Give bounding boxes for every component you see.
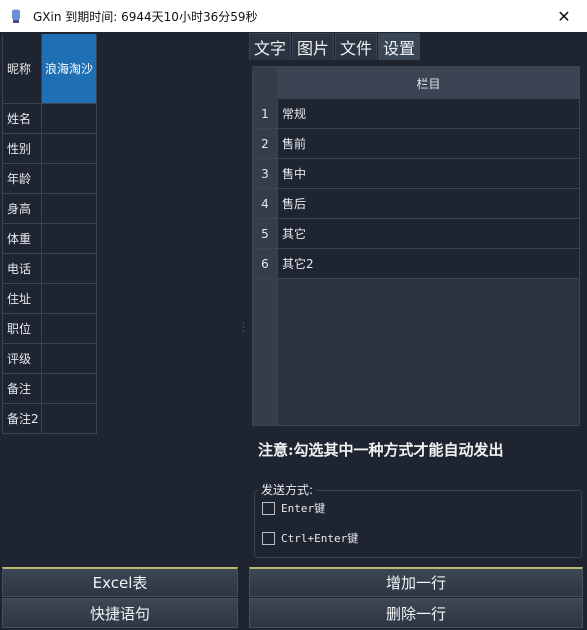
field-value-cell[interactable] [42,194,97,223]
excel-button[interactable]: Excel表 [2,567,238,597]
profile-row: 体重 [2,224,97,254]
field-value-cell[interactable] [42,404,97,433]
close-button[interactable]: ✕ [541,0,587,32]
category-cell[interactable]: 其它2 [278,249,579,278]
field-label: 评级 [2,344,42,373]
field-label: 备注 [2,374,42,403]
table-body: 1 常规 2 售前 3 售中 4 售后 5 其它 6 其它2 [253,99,579,279]
field-value-cell[interactable] [42,344,97,373]
enter-checkbox[interactable] [262,501,275,515]
close-icon: ✕ [557,6,571,26]
profile-row: 姓名 [2,104,97,134]
profile-row: 性别 [2,134,97,164]
field-label: 住址 [2,284,42,313]
row-number[interactable]: 2 [253,129,278,158]
add-row-button[interactable]: 增加一行 [249,567,583,597]
tab-text[interactable]: 文字 [249,33,292,60]
send-mode-title: 发送方式: [258,481,317,498]
category-table: 栏目 1 常规 2 售前 3 售中 4 售后 5 其它 6 其它2 [252,66,580,426]
profile-row: 电话 [2,254,97,284]
panel-splitter[interactable]: · · · [240,32,248,598]
table-row[interactable]: 2 售前 [253,129,579,159]
field-value-cell[interactable] [42,284,97,313]
field-label: 姓名 [2,104,42,133]
table-row[interactable]: 1 常规 [253,99,579,129]
profile-row: 年龄 [2,164,97,194]
window-title: GXin 到期时间: 6944天10小时36分59秒 [33,9,258,24]
enter-option-label[interactable]: Enter键 [281,500,325,516]
row-number[interactable]: 6 [253,249,278,278]
quick-phrases-button[interactable]: 快捷语句 [2,598,238,628]
tab-file[interactable]: 文件 [335,33,378,60]
table-row[interactable]: 5 其它 [253,219,579,249]
field-value-cell[interactable] [42,254,97,283]
category-cell[interactable]: 常规 [278,99,579,128]
row-number[interactable]: 4 [253,189,278,218]
profile-row: 身高 [2,194,97,224]
tab-settings[interactable]: 设置 [378,33,421,60]
field-value-cell[interactable] [42,134,97,163]
left-panel: 昵称 浪海淘沙 姓名 性别 年龄 身高 体重 电话 住址 职位 评级 备注 备注… [0,32,240,630]
table-corner[interactable] [253,67,278,99]
table-row[interactable]: 4 售后 [253,189,579,219]
field-label: 昵称 [2,34,42,103]
profile-row: 职位 [2,314,97,344]
row-number[interactable]: 5 [253,219,278,248]
table-row[interactable]: 3 售中 [253,159,579,189]
category-cell[interactable]: 售前 [278,129,579,158]
ctrl-enter-option[interactable]: Ctrl+Enter键 [262,530,358,546]
profile-table: 昵称 浪海淘沙 姓名 性别 年龄 身高 体重 电话 住址 职位 评级 备注 备注… [2,34,97,434]
category-cell[interactable]: 售中 [278,159,579,188]
notice-text: 注意:勾选其中一种方式才能自动发出 [258,441,504,459]
category-cell[interactable]: 其它 [278,219,579,248]
field-value-cell[interactable]: 浪海淘沙 [42,34,97,103]
tab-bar: 文字 图片 文件 设置 [249,33,421,60]
table-row[interactable]: 6 其它2 [253,249,579,279]
delete-row-button[interactable]: 删除一行 [249,598,583,628]
field-value-cell[interactable] [42,374,97,403]
row-header-filler [253,279,278,425]
table-header: 栏目 [253,67,579,99]
category-cell[interactable]: 售后 [278,189,579,218]
field-value-cell[interactable] [42,104,97,133]
field-label: 性别 [2,134,42,163]
ctrl-enter-checkbox[interactable] [262,531,275,545]
tab-image[interactable]: 图片 [292,33,335,60]
profile-row: 备注 [2,374,97,404]
ctrl-enter-option-label[interactable]: Ctrl+Enter键 [281,530,358,546]
field-value-cell[interactable] [42,314,97,343]
row-number[interactable]: 1 [253,99,278,128]
profile-row: 评级 [2,344,97,374]
profile-row: 住址 [2,284,97,314]
field-label: 体重 [2,224,42,253]
title-bar: GXin 到期时间: 6944天10小时36分59秒 ✕ [0,0,587,32]
field-label: 年龄 [2,164,42,193]
splitter-grip-icon: · · · [242,319,245,336]
field-label: 备注2 [2,404,42,433]
field-label: 电话 [2,254,42,283]
field-label: 职位 [2,314,42,343]
profile-row: 备注2 [2,404,97,434]
row-number[interactable]: 3 [253,159,278,188]
app-logo-icon [12,9,20,23]
field-value-cell[interactable] [42,224,97,253]
field-label: 身高 [2,194,42,223]
enter-option[interactable]: Enter键 [262,500,325,516]
column-header-category[interactable]: 栏目 [278,67,579,99]
profile-row-nickname: 昵称 浪海淘沙 [2,34,97,104]
field-value-cell[interactable] [42,164,97,193]
